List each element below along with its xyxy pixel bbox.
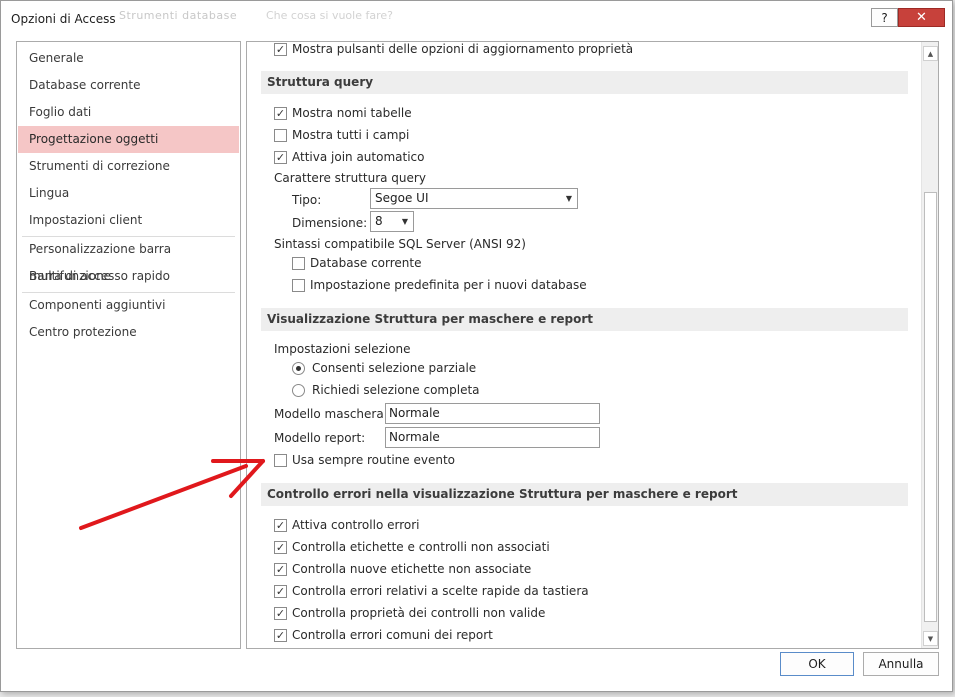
checkbox-unchecked-icon[interactable] [292,256,305,270]
font-type-value: Segoe UI [375,191,429,205]
section-header-controllo-errori: Controllo errori nella visualizzazione S… [261,483,908,506]
nav-item-progettazione-oggetti[interactable]: Progettazione oggetti [18,126,239,153]
option-label: Mostra nomi tabelle [292,106,412,120]
nav-item-database-corrente[interactable]: Database corrente [18,72,239,99]
option-row[interactable]: Database corrente [292,256,421,270]
background-search-text: Che cosa si vuole fare? [266,9,393,22]
radio-label: Consenti selezione parziale [312,361,477,375]
nav-item-lingua[interactable]: Lingua [18,180,239,207]
radio-label: Richiedi selezione completa [312,383,480,397]
checkbox-unchecked-icon[interactable] [292,278,305,292]
radio-unselected-icon[interactable] [292,383,305,397]
option-label: Mostra pulsanti delle opzioni di aggiorn… [292,42,634,56]
options-dialog: Opzioni di Access Strumenti database Che… [0,0,953,692]
form-template-input[interactable]: Normale [385,403,600,424]
selection-heading: Impostazioni selezione [274,342,411,356]
chevron-down-icon: ▼ [565,194,572,203]
option-row[interactable]: ✓ Controlla errori relativi a scelte rap… [274,584,589,598]
report-template-input[interactable]: Normale [385,427,600,448]
nav-item-componenti-aggiuntivi[interactable]: Componenti aggiuntivi [18,292,239,319]
cancel-button[interactable]: Annulla [863,652,939,676]
option-row[interactable]: ✓ Controlla etichette e controlli non as… [274,540,550,554]
option-row[interactable]: ✓ Mostra pulsanti delle opzioni di aggio… [274,42,633,56]
checkbox-checked-icon[interactable]: ✓ [274,540,287,554]
option-label: Attiva join automatico [292,150,425,164]
sql-heading: Sintassi compatibile SQL Server (ANSI 92… [274,237,526,251]
form-template-label: Modello maschera: [274,407,388,421]
ok-button[interactable]: OK [780,652,854,676]
category-list: Generale Database corrente Foglio dati P… [16,41,241,649]
option-label: Controlla etichette e controlli non asso… [292,540,550,554]
nav-item-foglio-dati[interactable]: Foglio dati [18,99,239,126]
nav-item-generale[interactable]: Generale [18,45,239,72]
radio-selected-icon[interactable] [292,361,305,375]
dialog-title: Opzioni di Access [11,12,116,26]
radio-row[interactable]: Consenti selezione parziale [292,361,476,375]
checkbox-checked-icon[interactable]: ✓ [274,562,287,576]
background-ribbon-text: Strumenti database [119,9,238,22]
type-label: Tipo: [292,193,322,207]
option-label: Controlla errori relativi a scelte rapid… [292,584,589,598]
checkbox-checked-icon[interactable]: ✓ [274,106,287,120]
checkbox-checked-icon[interactable]: ✓ [274,518,287,532]
nav-item-personalizzazione-barra[interactable]: Personalizzazione barra multifunzione [18,236,239,283]
option-row[interactable]: ✓ Mostra nomi tabelle [274,106,412,120]
radio-row[interactable]: Richiedi selezione completa [292,383,480,397]
scrollbar-thumb[interactable] [924,192,937,622]
option-row[interactable]: ✓ Attiva join automatico [274,150,424,164]
size-label: Dimensione: [292,216,368,230]
scroll-down-icon[interactable]: ▼ [923,631,938,646]
font-heading: Carattere struttura query [274,171,426,185]
option-label: Mostra tutti i campi [292,128,410,142]
option-label: Controlla errori comuni dei report [292,628,493,642]
help-button[interactable]: ? [871,8,898,27]
checkbox-checked-icon[interactable]: ✓ [274,584,287,598]
nav-item-strumenti-correzione[interactable]: Strumenti di correzione [18,153,239,180]
checkbox-checked-icon[interactable]: ✓ [274,628,287,642]
option-row[interactable]: ✓ Controlla errori comuni dei report [274,628,493,642]
option-label: Controlla nuove etichette non associate [292,562,532,576]
option-row[interactable]: ✓ Controlla proprietà dei controlli non … [274,606,545,620]
option-row[interactable]: Mostra tutti i campi [274,128,409,142]
option-label: Database corrente [310,256,422,270]
option-row[interactable]: Impostazione predefinita per i nuovi dat… [292,278,587,292]
nav-item-barra-accesso-rapido[interactable]: Barra di accesso rapido [18,263,239,290]
font-size-select[interactable]: 8 ▼ [370,211,414,232]
title-bar: Opzioni di Access Strumenti database Che… [1,1,952,32]
report-template-label: Modello report: [274,431,366,445]
checkbox-checked-icon[interactable]: ✓ [274,42,287,56]
checkbox-unchecked-icon[interactable] [274,453,287,467]
option-label: Attiva controllo errori [292,518,420,532]
section-header-maschere-report: Visualizzazione Struttura per maschere e… [261,308,908,331]
vertical-scrollbar[interactable]: ▲ ▼ [921,42,938,648]
checkbox-checked-icon[interactable]: ✓ [274,150,287,164]
nav-item-centro-protezione[interactable]: Centro protezione [18,319,239,346]
scroll-up-icon[interactable]: ▲ [923,46,938,61]
checkbox-checked-icon[interactable]: ✓ [274,606,287,620]
option-row[interactable]: Usa sempre routine evento [274,453,455,467]
nav-item-impostazioni-client[interactable]: Impostazioni client [18,207,239,234]
option-label: Impostazione predefinita per i nuovi dat… [310,278,587,292]
chevron-down-icon: ▼ [401,217,408,226]
section-header-struttura-query: Struttura query [261,71,908,94]
option-row[interactable]: ✓ Attiva controllo errori [274,518,419,532]
checkbox-unchecked-icon[interactable] [274,128,287,142]
option-label: Controlla proprietà dei controlli non va… [292,606,546,620]
close-button[interactable]: ✕ [898,8,945,27]
font-size-value: 8 [375,214,383,228]
option-label: Usa sempre routine evento [292,453,455,467]
option-row[interactable]: ✓ Controlla nuove etichette non associat… [274,562,531,576]
font-type-select[interactable]: Segoe UI ▼ [370,188,578,209]
options-panel: ✓ Mostra pulsanti delle opzioni di aggio… [246,41,939,649]
